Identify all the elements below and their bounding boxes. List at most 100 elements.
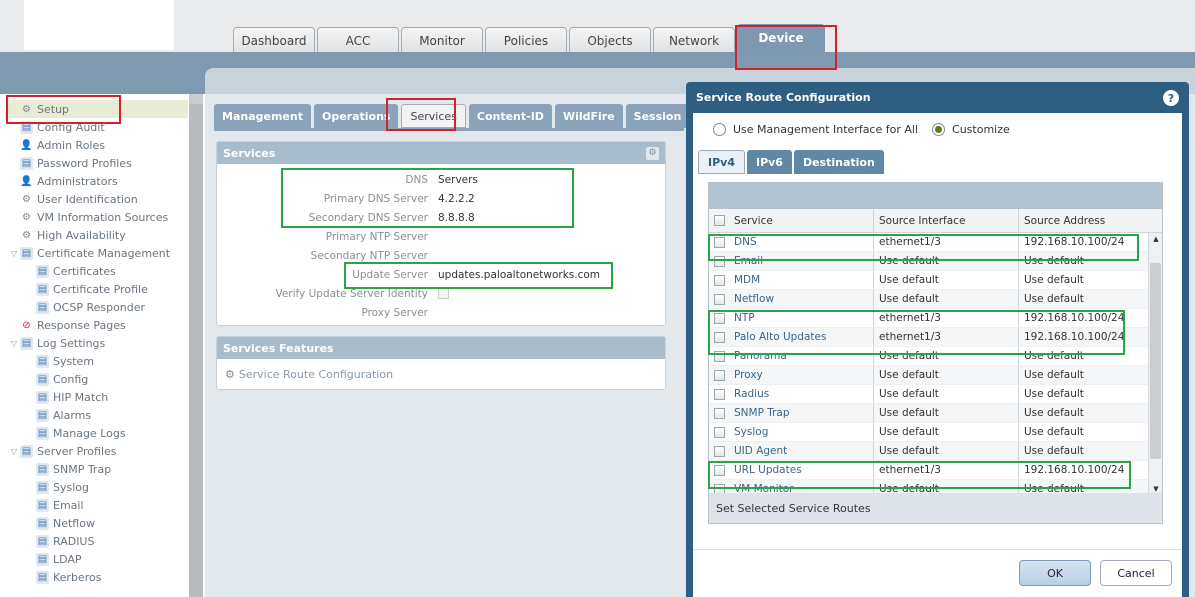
sidebar-item-kerberos[interactable]: ▤ Kerberos bbox=[8, 568, 188, 586]
sidebar-item-admin-roles[interactable]: 👤 Admin Roles bbox=[8, 136, 188, 154]
tab-dashboard[interactable]: Dashboard bbox=[233, 27, 315, 53]
grid-scroll-thumb[interactable] bbox=[1150, 263, 1161, 459]
sidebar-item-certificate-management[interactable]: ▽ ▤ Certificate Management bbox=[8, 244, 188, 262]
service-cell[interactable]: UID Agent bbox=[729, 442, 874, 460]
sidebar-item-response-pages[interactable]: ⊘ Response Pages bbox=[8, 316, 188, 334]
service-cell[interactable]: DNS bbox=[729, 233, 874, 251]
tab-ipv6[interactable]: IPv6 bbox=[746, 150, 792, 174]
subtab-content-id[interactable]: Content-ID bbox=[468, 104, 552, 128]
service-cell[interactable]: Syslog bbox=[729, 423, 874, 441]
row-checkbox[interactable] bbox=[713, 331, 725, 343]
radio-customize[interactable] bbox=[932, 123, 946, 136]
expand-toggle-icon[interactable]: ▽ bbox=[8, 339, 20, 348]
service-cell[interactable]: Palo Alto Updates bbox=[729, 328, 874, 346]
service-cell[interactable]: URL Updates bbox=[729, 461, 874, 479]
row-checkbox[interactable] bbox=[713, 293, 725, 305]
sidebar-item-vm-information-sources[interactable]: ⚙ VM Information Sources bbox=[8, 208, 188, 226]
tab-monitor[interactable]: Monitor bbox=[401, 27, 483, 53]
service-cell[interactable]: Panorama bbox=[729, 347, 874, 365]
sidebar-item-manage-logs[interactable]: ▤ Manage Logs bbox=[8, 424, 188, 442]
sidebar-item-ldap[interactable]: ▤ LDAP bbox=[8, 550, 188, 568]
expand-toggle-icon[interactable]: ▽ bbox=[8, 249, 20, 258]
cancel-button[interactable]: Cancel bbox=[1100, 560, 1172, 586]
row-checkbox[interactable] bbox=[713, 407, 725, 419]
sidebar-item-ocsp-responder[interactable]: ▤ OCSP Responder bbox=[8, 298, 188, 316]
sidebar-item-user-identification[interactable]: ⚙ User Identification bbox=[8, 190, 188, 208]
tab-destination[interactable]: Destination bbox=[793, 150, 884, 174]
scroll-up-arrow[interactable]: ▲ bbox=[1149, 233, 1163, 245]
col-header-service[interactable]: Service bbox=[729, 209, 874, 232]
sidebar-item-log-settings[interactable]: ▽ ▤ Log Settings bbox=[8, 334, 188, 352]
help-icon[interactable]: ? bbox=[1163, 90, 1179, 106]
set-selected-routes-button[interactable]: Set Selected Service Routes bbox=[709, 493, 1162, 523]
table-row[interactable]: Netflow Use default Use default bbox=[709, 290, 1149, 309]
sidebar-item-radius[interactable]: ▤ RADIUS bbox=[8, 532, 188, 550]
subtab-operations[interactable]: Operations bbox=[313, 104, 399, 128]
table-row[interactable]: Email Use default Use default bbox=[709, 252, 1149, 271]
table-row[interactable]: Proxy Use default Use default bbox=[709, 366, 1149, 385]
service-cell[interactable]: SNMP Trap bbox=[729, 404, 874, 422]
sidebar-item-administrators[interactable]: 👤 Administrators bbox=[8, 172, 188, 190]
sidebar-item-password-profiles[interactable]: ▤ Password Profiles bbox=[8, 154, 188, 172]
tab-policies[interactable]: Policies bbox=[485, 27, 567, 53]
table-row[interactable]: URL Updates ethernet1/3 192.168.10.100/24 bbox=[709, 461, 1149, 480]
sidebar-scrollbar[interactable] bbox=[189, 94, 203, 597]
expand-toggle-icon[interactable]: ▽ bbox=[8, 447, 20, 456]
service-cell[interactable]: Email bbox=[729, 252, 874, 270]
sidebar-item-email[interactable]: ▤ Email bbox=[8, 496, 188, 514]
sidebar-item-alarms[interactable]: ▤ Alarms bbox=[8, 406, 188, 424]
service-cell[interactable]: Radius bbox=[729, 385, 874, 403]
tab-objects[interactable]: Objects bbox=[569, 27, 651, 53]
sidebar-item-config[interactable]: ▤ Config bbox=[8, 370, 188, 388]
sidebar-item-syslog[interactable]: ▤ Syslog bbox=[8, 478, 188, 496]
row-checkbox[interactable] bbox=[713, 426, 725, 438]
subtab-management[interactable]: Management bbox=[214, 104, 311, 128]
row-checkbox[interactable] bbox=[713, 464, 725, 476]
ok-button[interactable]: OK bbox=[1019, 560, 1091, 586]
select-all-checkbox[interactable] bbox=[713, 215, 725, 226]
service-cell[interactable]: NTP bbox=[729, 309, 874, 327]
col-header-source-address[interactable]: Source Address bbox=[1019, 209, 1149, 232]
radio-management-all[interactable] bbox=[713, 123, 726, 136]
sidebar-item-snmp-trap[interactable]: ▤ SNMP Trap bbox=[8, 460, 188, 478]
sidebar-item-certificate-profile[interactable]: ▤ Certificate Profile bbox=[8, 280, 188, 298]
row-checkbox[interactable] bbox=[713, 350, 725, 362]
sidebar-item-config-audit[interactable]: ▤ Config Audit bbox=[8, 118, 188, 136]
table-row[interactable]: DNS ethernet1/3 192.168.10.100/24 bbox=[709, 233, 1149, 252]
tab-acc[interactable]: ACC bbox=[317, 27, 399, 53]
sidebar-item-system[interactable]: ▤ System bbox=[8, 352, 188, 370]
tab-ipv4[interactable]: IPv4 bbox=[698, 150, 745, 174]
edit-gear-icon[interactable]: ⚙ bbox=[646, 146, 659, 160]
table-row[interactable]: UID Agent Use default Use default bbox=[709, 442, 1149, 461]
table-row[interactable]: Panorama Use default Use default bbox=[709, 347, 1149, 366]
service-cell[interactable]: Netflow bbox=[729, 290, 874, 308]
sidebar-item-high-availability[interactable]: ⚙ High Availability bbox=[8, 226, 188, 244]
row-checkbox[interactable] bbox=[713, 255, 725, 267]
table-row[interactable]: Syslog Use default Use default bbox=[709, 423, 1149, 442]
row-checkbox[interactable] bbox=[713, 388, 725, 400]
sidebar-item-server-profiles[interactable]: ▽ ▤ Server Profiles bbox=[8, 442, 188, 460]
table-row[interactable]: SNMP Trap Use default Use default bbox=[709, 404, 1149, 423]
col-header-source-interface[interactable]: Source Interface bbox=[874, 209, 1019, 232]
grid-scrollbar[interactable]: ▲ ▼ bbox=[1148, 233, 1162, 495]
subtab-wildfire[interactable]: WildFire bbox=[554, 104, 623, 128]
subtab-services[interactable]: Services bbox=[401, 104, 466, 128]
row-checkbox[interactable] bbox=[713, 236, 725, 248]
table-row[interactable]: Radius Use default Use default bbox=[709, 385, 1149, 404]
subtab-session[interactable]: Session bbox=[625, 104, 690, 128]
sidebar-scroll-thumb[interactable] bbox=[189, 104, 203, 597]
tab-device[interactable]: Device bbox=[737, 24, 825, 54]
table-row[interactable]: NTP ethernet1/3 192.168.10.100/24 bbox=[709, 309, 1149, 328]
table-row[interactable]: MDM Use default Use default bbox=[709, 271, 1149, 290]
sidebar-item-hip-match[interactable]: ▤ HIP Match bbox=[8, 388, 188, 406]
sidebar-item-netflow[interactable]: ▤ Netflow bbox=[8, 514, 188, 532]
tab-network[interactable]: Network bbox=[653, 27, 735, 53]
sidebar-item-setup[interactable]: ⚙ Setup bbox=[8, 100, 188, 118]
verify-update-checkbox[interactable] bbox=[438, 288, 449, 299]
row-checkbox[interactable] bbox=[713, 274, 725, 286]
service-route-config-link[interactable]: ⚙ Service Route Configuration bbox=[225, 368, 393, 381]
service-cell[interactable]: Proxy bbox=[729, 366, 874, 384]
row-checkbox[interactable] bbox=[713, 312, 725, 324]
row-checkbox[interactable] bbox=[713, 369, 725, 381]
table-row[interactable]: Palo Alto Updates ethernet1/3 192.168.10.1… bbox=[709, 328, 1149, 347]
